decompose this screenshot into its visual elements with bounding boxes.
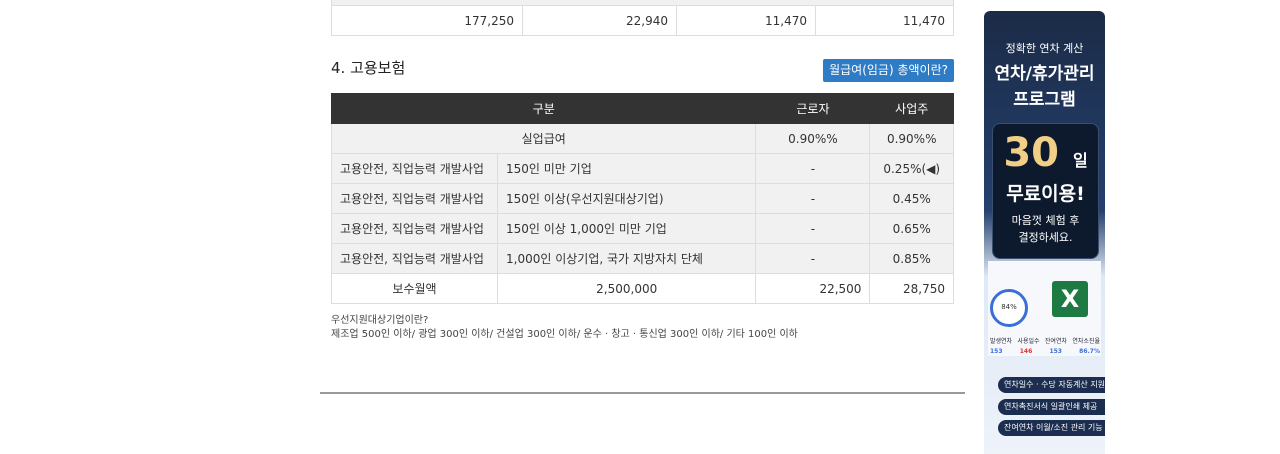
category-cell: 고용안전, 직업능력 개발사업 bbox=[331, 153, 498, 184]
ad-stat-value: 146 bbox=[1019, 348, 1033, 355]
table-row: 고용안전, 직업능력 개발사업 150인 이상(우선지원대상기업) - 0.45… bbox=[331, 183, 954, 214]
ad-days-number: 30 bbox=[1003, 130, 1059, 176]
category-cell: 고용안전, 직업능력 개발사업 bbox=[331, 243, 498, 274]
total-row: 보수월액 2,500,000 22,500 28,750 bbox=[331, 273, 954, 304]
table-cell: 11,470 bbox=[676, 5, 816, 36]
worker-rate: - bbox=[755, 213, 871, 244]
ad-days: 30 일 bbox=[993, 132, 1098, 182]
total-worker: 22,500 bbox=[755, 273, 871, 304]
column-header-worker: 근로자 bbox=[755, 93, 871, 124]
divider bbox=[320, 392, 965, 394]
ad-feature-item: 연차일수 · 수당 자동계산 지원 bbox=[998, 377, 1105, 393]
ad-headline-line1: 연차/휴가관리 bbox=[994, 64, 1095, 84]
employer-rate: 0.65% bbox=[869, 213, 954, 244]
wage-total-help-button[interactable]: 월급여(임금) 총액이란? bbox=[823, 59, 954, 82]
employer-rate: 0.45% bbox=[869, 183, 954, 214]
table-row: 177,250 22,940 11,470 11,470 bbox=[331, 5, 954, 36]
note: 우선지원대상기업이란? 제조업 500인 이하/ 광업 300인 이하/ 건설업… bbox=[331, 314, 798, 342]
ad-free: 무료이용! bbox=[1006, 183, 1085, 205]
ad-headline-line2: 프로그램 bbox=[1013, 90, 1076, 110]
subcategory-cell: 150인 이상(우선지원대상기업) bbox=[496, 183, 757, 214]
ad-stat-value: 153 bbox=[1049, 348, 1062, 355]
table-cell: 177,250 bbox=[331, 5, 523, 36]
table-cell: 22,940 bbox=[522, 5, 677, 36]
section-title: 4. 고용보험 bbox=[331, 59, 406, 77]
table-row: 고용안전, 직업능력 개발사업 150인 이상 1,000인 미만 기업 - 0… bbox=[331, 213, 954, 244]
ad-feature-item: 연차촉진서식 일괄인쇄 제공 bbox=[998, 399, 1105, 415]
table-row: 고용안전, 직업능력 개발사업 150인 미만 기업 - 0.25%(◀) bbox=[331, 153, 954, 184]
subcategory-cell: 150인 미만 기업 bbox=[496, 153, 757, 184]
ad-percent-gauge: 84% bbox=[990, 289, 1028, 327]
ad-days-unit: 일 bbox=[1072, 151, 1088, 170]
column-header-category: 구분 bbox=[330, 93, 757, 124]
ad-headline: 연차/휴가관리 프로그램 bbox=[984, 61, 1105, 113]
ad-desc-line1: 마음껏 체험 후 bbox=[1011, 214, 1080, 227]
category-cell: 고용안전, 직업능력 개발사업 bbox=[331, 213, 498, 244]
ad-feature-item: 잔여연차 이월/소진 관리 기능 bbox=[998, 420, 1105, 436]
category-cell: 고용안전, 직업능력 개발사업 bbox=[331, 183, 498, 214]
ad-desc: 마음껏 체험 후 결정하세요. bbox=[993, 212, 1098, 246]
table-cell: 11,470 bbox=[815, 5, 954, 36]
ad-offer-box: 30 일 무료이용! 마음껏 체험 후 결정하세요. bbox=[992, 123, 1099, 259]
table-header-row: 구분 근로자 사업주 bbox=[330, 93, 954, 124]
column-header-employer: 사업주 bbox=[869, 93, 954, 124]
ad-stats: 발생연차 사용일수 잔여연차 연차소진율 153 146 153 86.7% bbox=[990, 336, 1100, 355]
ad-stat-label: 연차소진율 bbox=[1072, 338, 1100, 345]
previous-table: 177,250 22,940 11,470 11,470 bbox=[331, 0, 954, 36]
worker-rate: - bbox=[755, 183, 871, 214]
ad-desc-line2: 결정하세요. bbox=[1018, 231, 1073, 244]
ad-stat-label: 발생연차 bbox=[990, 338, 1013, 345]
table-row: 실업급여 0.90%% 0.90%% bbox=[330, 123, 954, 154]
ad-banner[interactable]: 정확한 연차 계산 연차/휴가관리 프로그램 30 일 무료이용! 마음껏 체험… bbox=[984, 11, 1105, 454]
employer-rate: 0.25%(◀) bbox=[869, 153, 954, 184]
note-title: 우선지원대상기업이란? bbox=[331, 315, 429, 326]
ad-stat-value: 153 bbox=[990, 348, 1003, 355]
ad-stat-label: 사용일수 bbox=[1017, 338, 1040, 345]
worker-rate: - bbox=[755, 153, 871, 184]
total-label: 보수월액 bbox=[331, 273, 498, 304]
employment-insurance-table: 구분 근로자 사업주 실업급여 0.90%% 0.90%% 고용안전, 직업능력… bbox=[330, 93, 954, 304]
total-employer: 28,750 bbox=[869, 273, 954, 304]
table-row: 고용안전, 직업능력 개발사업 1,000인 이상기업, 국가 지방자치 단체 … bbox=[331, 243, 954, 274]
ad-stat-value: 86.7% bbox=[1079, 348, 1100, 355]
note-text: 제조업 500인 이하/ 광업 300인 이하/ 건설업 300인 이하/ 운수… bbox=[331, 329, 798, 340]
employer-rate: 0.85% bbox=[869, 243, 954, 274]
subcategory-cell: 150인 이상 1,000인 미만 기업 bbox=[496, 213, 757, 244]
employer-rate: 0.90%% bbox=[869, 123, 954, 154]
worker-rate: - bbox=[755, 243, 871, 274]
excel-icon: X bbox=[1052, 281, 1088, 317]
main-content: 177,250 22,940 11,470 11,470 4. 고용보험 월급여… bbox=[330, 0, 954, 340]
total-amount: 2,500,000 bbox=[496, 273, 757, 304]
ad-stat-label: 잔여연차 bbox=[1044, 338, 1067, 345]
subcategory-cell: 1,000인 이상기업, 국가 지방자치 단체 bbox=[496, 243, 757, 274]
worker-rate: 0.90%% bbox=[755, 123, 871, 154]
category-cell: 실업급여 bbox=[330, 123, 757, 154]
ad-tagline: 정확한 연차 계산 bbox=[1005, 42, 1084, 55]
